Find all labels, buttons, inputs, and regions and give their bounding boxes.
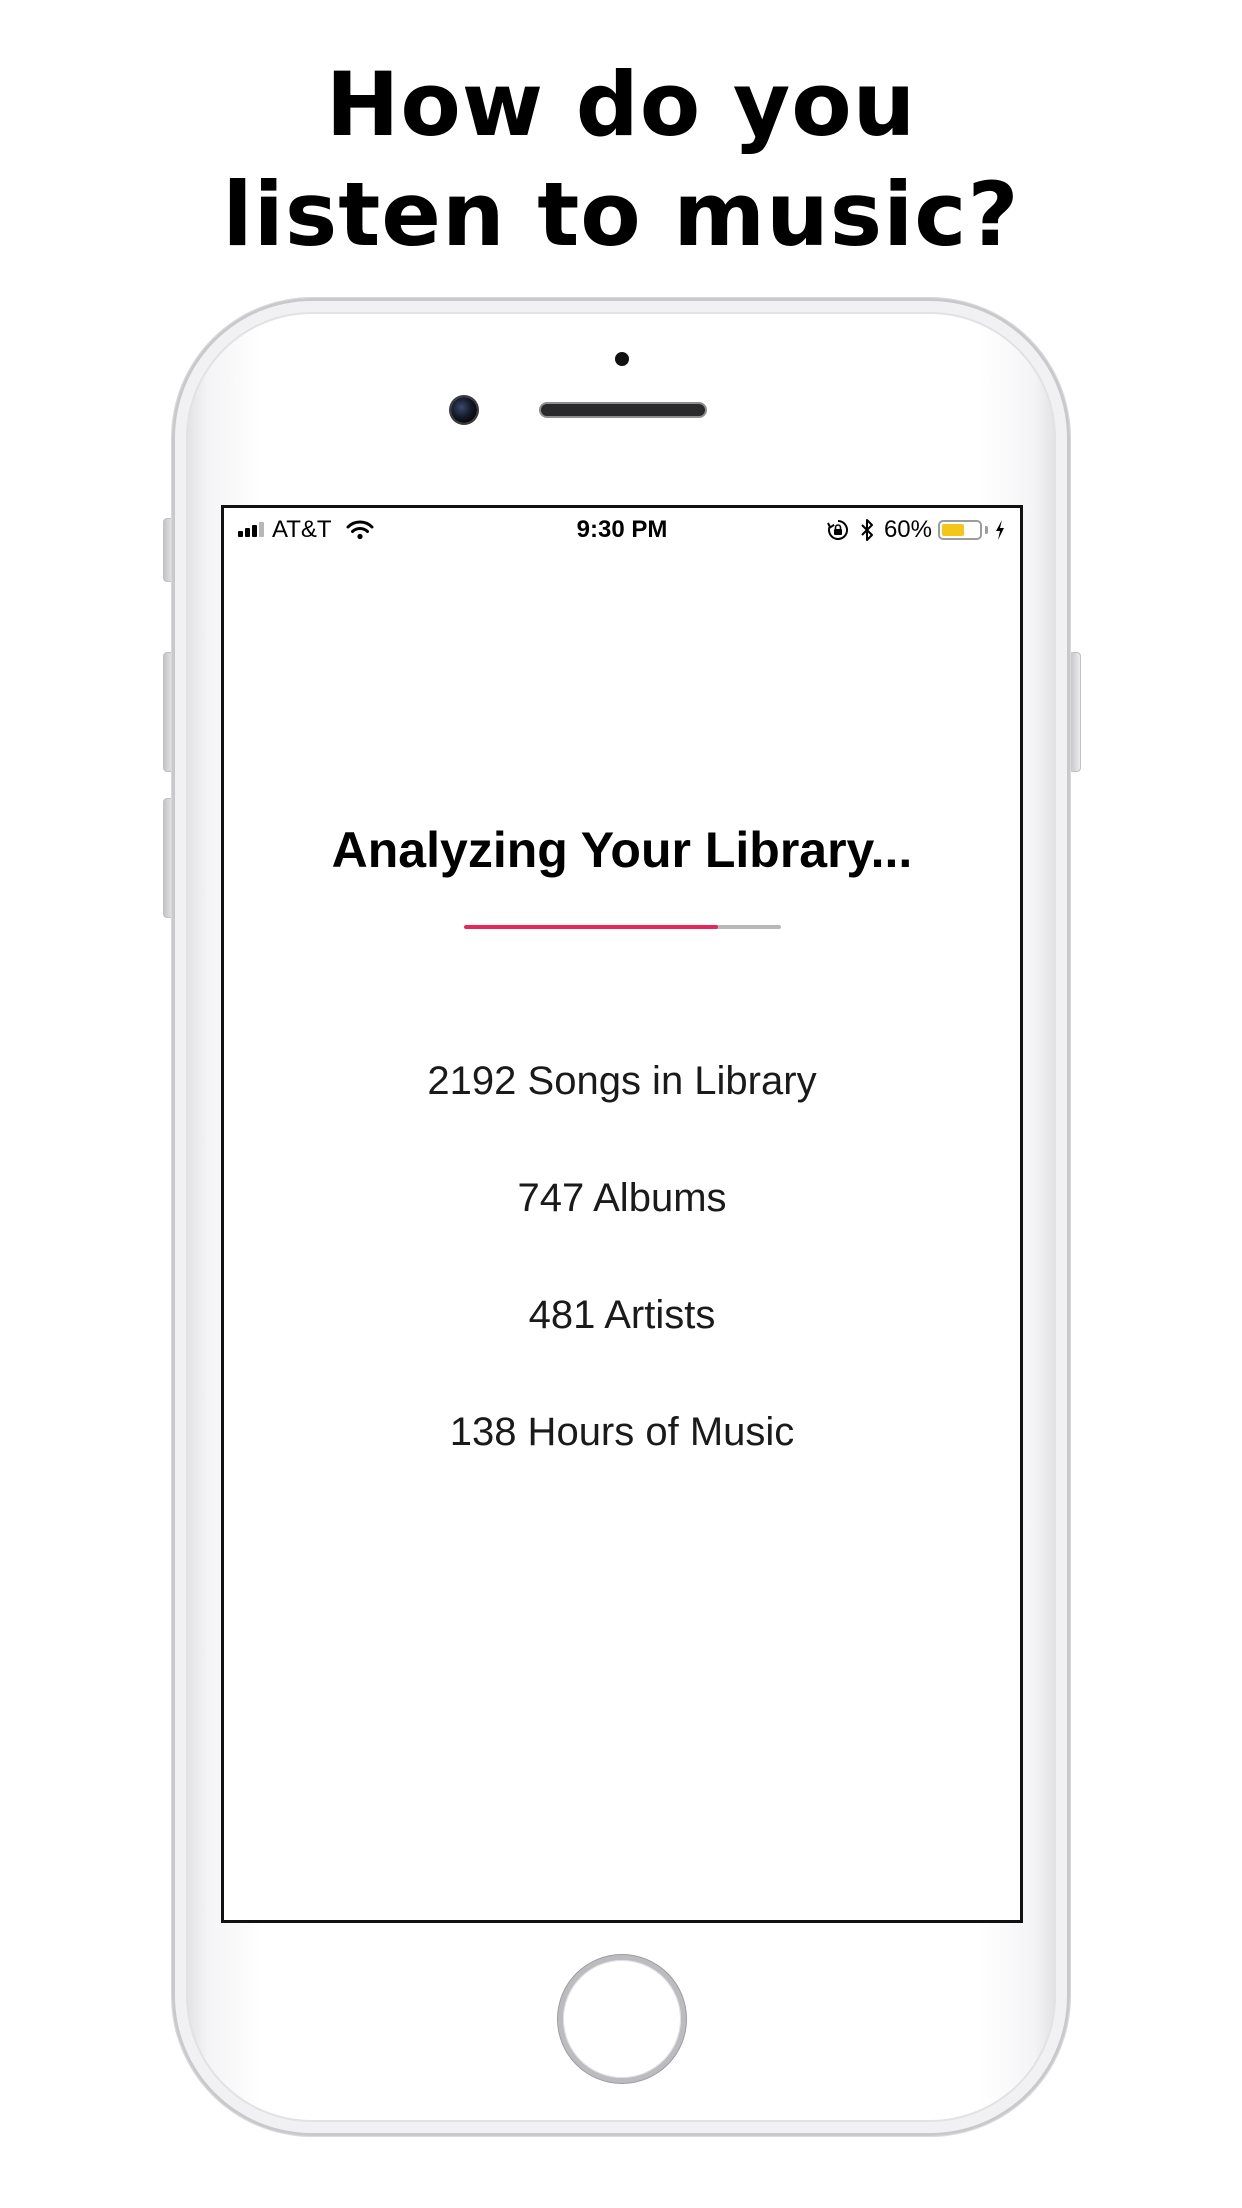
analyzing-title: Analyzing Your Library...: [331, 822, 913, 878]
library-stats: 2192 Songs in Library 747 Albums 481 Art…: [224, 1056, 1020, 1524]
marketing-headline: How do you listen to music?: [0, 50, 1242, 270]
battery-icon: [938, 520, 982, 540]
stat-albums: 747 Albums: [517, 1176, 727, 1220]
battery-nub: [985, 526, 988, 534]
battery-percentage: 60%: [883, 516, 932, 543]
orientation-lock-icon: [827, 520, 848, 540]
analysis-progress-fill: [464, 925, 718, 929]
stat-artists: 481 Artists: [528, 1293, 716, 1337]
phone-screen: AT&T 9:30 PM 60% Analyzing Your Library.…: [221, 505, 1023, 1923]
home-button[interactable]: [563, 1960, 681, 2078]
status-bar-right: 60%: [826, 516, 1006, 544]
headline-line-1: How do you: [325, 53, 917, 156]
bluetooth-icon: [861, 519, 873, 541]
headline-line-2: listen to music?: [222, 163, 1020, 266]
analysis-progress-bar: [464, 925, 781, 929]
earpiece-speaker: [541, 404, 705, 416]
stat-songs: 2192 Songs in Library: [427, 1059, 817, 1103]
front-camera-icon: [451, 397, 477, 423]
stat-hours: 138 Hours of Music: [449, 1410, 795, 1454]
charging-bolt-icon: [996, 520, 1004, 540]
proximity-sensor: [615, 352, 629, 366]
battery-fill: [942, 524, 964, 536]
power-button: [1069, 652, 1081, 772]
status-bar: AT&T 9:30 PM 60%: [224, 508, 1020, 552]
